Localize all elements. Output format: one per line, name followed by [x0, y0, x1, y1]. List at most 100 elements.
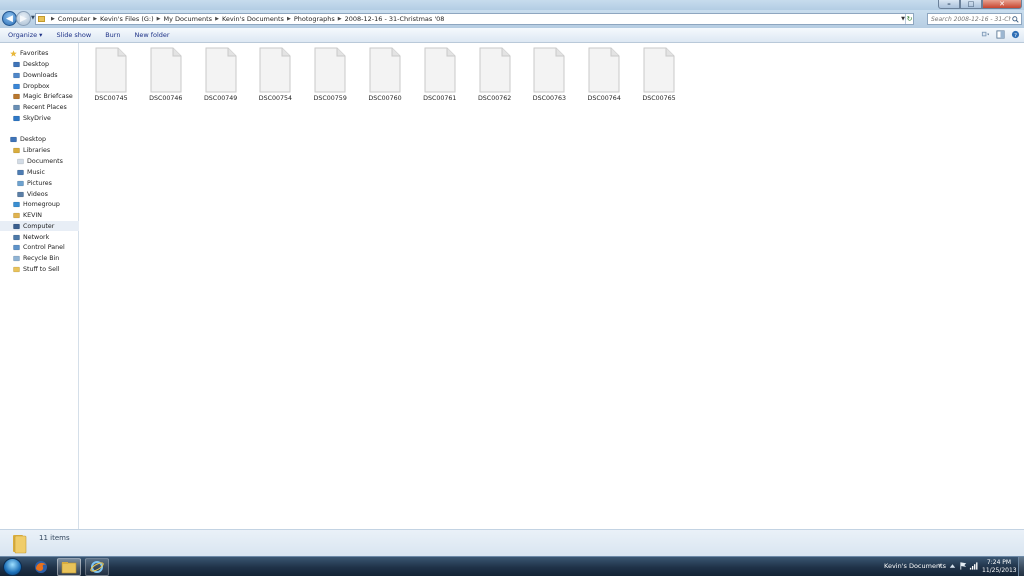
blank-document-icon [588, 47, 620, 93]
file-item[interactable]: DSC00762 [470, 47, 520, 109]
file-item[interactable]: DSC00764 [579, 47, 629, 109]
forward-button[interactable]: ▶ [16, 11, 31, 26]
chevron-right-icon[interactable]: ▶ [157, 16, 161, 22]
breadcrumb-kevins-documents[interactable]: Kevin's Documents [222, 15, 284, 23]
breadcrumb-my-documents[interactable]: My Documents [163, 15, 212, 23]
firefox-icon [35, 561, 47, 573]
taskbar-internet-explorer[interactable] [85, 558, 109, 576]
show-desktop-button[interactable] [1018, 557, 1024, 576]
file-list-view[interactable]: DSC00745 DSC00746 DSC00749 DSC00754 DSC00759… [80, 43, 1024, 529]
sidebar-item-label: Homegroup [23, 200, 60, 208]
sidebar-item-libraries[interactable]: Libraries [0, 145, 79, 155]
file-item[interactable]: DSC00765 [634, 47, 684, 109]
sidebar-item-label: Desktop [23, 60, 49, 68]
folder-icon [13, 535, 27, 554]
sidebar-item-label: Recycle Bin [23, 254, 60, 262]
start-button[interactable] [3, 558, 22, 576]
command-toolbar: Organize ▾ Slide show Burn New folder ? [0, 28, 1024, 43]
sidebar-item-documents[interactable]: Documents [0, 156, 79, 166]
file-name: DSC00759 [313, 95, 347, 102]
sidebar-item-pictures[interactable]: Pictures [0, 178, 79, 188]
taskbar-firefox[interactable] [29, 558, 53, 576]
file-item[interactable]: DSC00749 [196, 47, 246, 109]
maximize-button[interactable]: □ [960, 0, 982, 9]
chevron-right-icon[interactable]: ▶ [287, 16, 291, 22]
chevron-right-icon[interactable]: ▶ [215, 16, 219, 22]
sidebar-item-control-panel[interactable]: Control Panel [0, 242, 79, 252]
file-name: DSC00760 [368, 95, 402, 102]
sidebar-item-stuff-to-sell[interactable]: Stuff to Sell [0, 264, 79, 274]
blank-document-icon [369, 47, 401, 93]
help-icon[interactable]: ? [1011, 30, 1020, 39]
flag-icon[interactable] [959, 561, 968, 571]
sidebar-item-recycle-bin[interactable]: Recycle Bin [0, 253, 79, 263]
chevron-right-icon[interactable]: ▶ [338, 16, 342, 22]
sidebar-item-desktop[interactable]: Desktop [0, 59, 79, 69]
sidebar-item-music[interactable]: Music [0, 167, 79, 177]
chevron-right-icon[interactable]: ▶ [93, 16, 97, 22]
file-item[interactable]: DSC00761 [415, 47, 465, 109]
file-name: DSC00764 [587, 95, 621, 102]
file-item[interactable]: DSC00746 [141, 47, 191, 109]
new-folder-button[interactable]: New folder [127, 31, 176, 39]
sidebar-item-homegroup[interactable]: Homegroup [0, 199, 79, 209]
sidebar-item-magic-briefcase[interactable]: Magic Briefcase [0, 91, 79, 101]
sidebar-item-recent-places[interactable]: Recent Places [0, 102, 79, 112]
close-button[interactable]: ✕ [982, 0, 1022, 9]
address-bar[interactable]: ▶ Computer ▶ Kevin's Files (G:) ▶ My Doc… [35, 13, 914, 25]
refresh-icon[interactable]: ↻ [905, 14, 913, 24]
file-item[interactable]: DSC00760 [360, 47, 410, 109]
sidebar-item-label: Recent Places [23, 103, 67, 111]
change-view-icon[interactable] [981, 30, 990, 39]
search-icon[interactable] [1012, 16, 1019, 23]
chevron-right-icon[interactable]: ▶ [51, 16, 55, 22]
clock[interactable]: 7:24 PM 11/25/2013 [982, 559, 1017, 575]
sidebar-item-downloads[interactable]: Downloads [0, 70, 79, 80]
pictures-icon [17, 180, 24, 187]
taskbar-windows-explorer[interactable] [57, 558, 81, 576]
file-item[interactable]: DSC00759 [305, 47, 355, 109]
dropbox-icon [13, 83, 20, 90]
breadcrumb-photographs[interactable]: Photographs [294, 15, 335, 23]
organize-button[interactable]: Organize ▾ [0, 31, 49, 39]
sidebar-item-network[interactable]: Network [0, 232, 79, 242]
clock-date: 11/25/2013 [982, 567, 1017, 574]
search-input[interactable] [931, 15, 1011, 23]
sidebar-item-desktop[interactable]: Desktop [0, 134, 79, 144]
address-toolbar-label[interactable]: Kevin's Documents [884, 562, 946, 570]
preview-pane-icon[interactable] [996, 30, 1005, 39]
sidebar-item-label: SkyDrive [23, 114, 51, 122]
star-icon [10, 49, 17, 57]
sidebar-item-kevin[interactable]: KEVIN [0, 210, 79, 220]
sidebar-item-skydrive[interactable]: SkyDrive [0, 113, 79, 123]
internet-explorer-icon [90, 561, 104, 573]
sidebar-item-favorites[interactable]: Favorites [0, 48, 79, 58]
network-signal-icon[interactable] [969, 561, 978, 571]
file-name: DSC00762 [477, 95, 512, 102]
recent-places-icon [13, 104, 20, 111]
sidebar-item-computer[interactable]: Computer [0, 221, 79, 231]
sidebar-item-label: Desktop [20, 135, 46, 143]
slideshow-button[interactable]: Slide show [49, 31, 98, 39]
sidebar-item-label: Videos [27, 190, 48, 198]
sidebar-item-label: Computer [23, 222, 55, 230]
desktop-icon [13, 61, 20, 68]
file-item[interactable]: DSC00745 [86, 47, 136, 109]
breadcrumb-computer[interactable]: Computer [58, 15, 90, 23]
toolbar-chevron-icon[interactable]: » [938, 562, 942, 569]
back-button[interactable]: ◀ [2, 11, 17, 26]
sidebar-item-videos[interactable]: Videos [0, 189, 79, 199]
file-item[interactable]: DSC00763 [524, 47, 574, 109]
search-box[interactable] [927, 13, 1022, 25]
file-item[interactable]: DSC00754 [250, 47, 300, 109]
sidebar-item-dropbox[interactable]: Dropbox [0, 81, 79, 91]
music-icon [17, 169, 24, 176]
blank-document-icon [259, 47, 291, 93]
breadcrumb-drive[interactable]: Kevin's Files (G:) [100, 15, 154, 23]
show-hidden-icons-icon[interactable] [948, 561, 957, 571]
explorer-folder-icon [61, 561, 77, 573]
breadcrumb-current-folder[interactable]: 2008-12-16 - 31-Christmas '08 [345, 15, 445, 23]
burn-button[interactable]: Burn [98, 31, 127, 39]
minimize-button[interactable]: – [938, 0, 960, 9]
sidebar-item-label: Documents [27, 157, 63, 165]
